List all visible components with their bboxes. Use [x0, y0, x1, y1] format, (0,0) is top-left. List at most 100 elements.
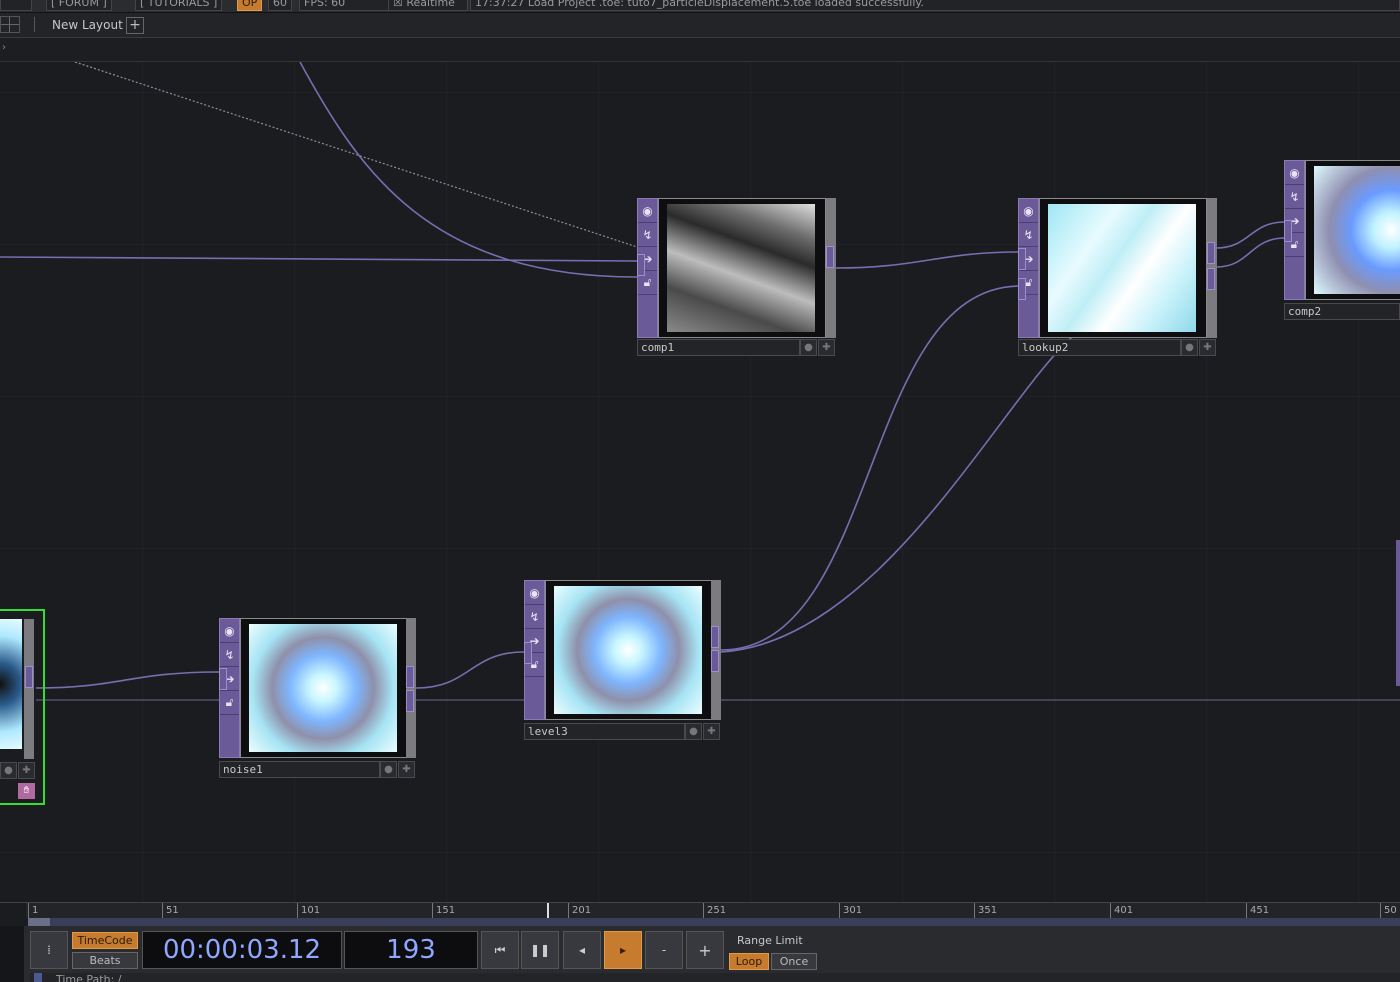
node-add-icon[interactable]: ✚: [1199, 339, 1216, 356]
node-name-comp2[interactable]: comp2: [1284, 303, 1400, 320]
step-back-button[interactable]: -: [645, 931, 683, 969]
fps-target[interactable]: 60: [268, 0, 292, 11]
once-button[interactable]: Once: [771, 953, 817, 970]
node-add-icon[interactable]: ✚: [18, 762, 35, 779]
node-selected-partial[interactable]: ● ✚ ✋︎: [0, 609, 45, 805]
tutorials-link[interactable]: [ TUTORIALS ]: [135, 0, 223, 11]
input-port[interactable]: [219, 668, 227, 690]
divider: [34, 17, 35, 32]
beats-mode-button[interactable]: Beats: [72, 952, 138, 969]
op-badge[interactable]: OP: [237, 0, 263, 11]
output-port[interactable]: [25, 666, 33, 688]
play-forward-button[interactable]: ▸: [604, 931, 642, 969]
ruler-tick: 401: [1110, 903, 1133, 918]
play-reverse-button[interactable]: ◂: [563, 931, 601, 969]
ruler-tick: 50: [1380, 903, 1397, 918]
realtime-toggle[interactable]: ☒ Realtime: [388, 0, 468, 11]
selected-preview-image: [0, 619, 22, 749]
node-add-icon[interactable]: ✚: [818, 339, 835, 356]
bypass-icon[interactable]: ↯: [220, 643, 239, 667]
hand-icon[interactable]: ✋︎: [18, 783, 35, 799]
input-port[interactable]: [637, 254, 645, 276]
ruler-tick: 151: [432, 903, 455, 918]
node-info-icon[interactable]: ●: [800, 339, 817, 356]
noise-preview-image: [249, 624, 397, 752]
bypass-icon[interactable]: ↯: [525, 605, 544, 629]
lock-icon[interactable]: 🔓︎: [220, 691, 239, 715]
pause-icon: ❚❚: [529, 943, 551, 957]
node-info-icon[interactable]: ●: [685, 723, 702, 740]
node-add-icon[interactable]: ✚: [703, 723, 720, 740]
bypass-icon[interactable]: ↯: [1285, 185, 1304, 209]
timecode-mode-button[interactable]: TimeCode: [72, 932, 138, 949]
playhead[interactable]: [547, 903, 549, 918]
forum-link[interactable]: [ FORUM ]: [46, 0, 112, 11]
node-name-noise1[interactable]: noise1: [219, 761, 380, 778]
output-port[interactable]: [406, 690, 414, 712]
frame-display[interactable]: 193: [344, 931, 478, 969]
step-forward-button[interactable]: +: [686, 931, 724, 969]
viewer-icon[interactable]: ◉: [220, 619, 239, 643]
node-add-icon[interactable]: ✚: [398, 761, 415, 778]
node-comp1[interactable]: ◉ ↯ ➔ 🔓︎ comp1 ● ✚: [637, 198, 836, 356]
ruler-tick: 1: [28, 903, 38, 918]
output-port[interactable]: [711, 626, 719, 648]
node-level3[interactable]: ◉ ↯ ➔ 🔓︎ level3 ● ✚: [524, 580, 723, 740]
ruler-corner: [0, 903, 26, 918]
checkbox-icon[interactable]: ☒: [393, 0, 403, 9]
ruler-tick: 251: [703, 903, 726, 918]
input-port[interactable]: [1018, 278, 1026, 300]
time-settings-button[interactable]: ⁞: [30, 931, 68, 969]
viewer-icon[interactable]: ◉: [1019, 199, 1038, 223]
lookup-preview-image: [1048, 204, 1196, 332]
node-partial-right[interactable]: [1396, 540, 1400, 686]
input-port[interactable]: [1018, 248, 1026, 270]
layout-tab[interactable]: New Layout: [52, 18, 123, 32]
node-comp2[interactable]: ◉ ↯ ➔ 🔓︎ comp2: [1284, 160, 1400, 320]
range-start-handle[interactable]: [28, 918, 50, 926]
node-info-icon[interactable]: ●: [1181, 339, 1198, 356]
loop-button[interactable]: Loop: [729, 953, 769, 970]
timecode-display[interactable]: 00:00:03.12: [142, 931, 342, 969]
path-arrow-icon[interactable]: ›: [2, 42, 6, 53]
pause-button[interactable]: ❚❚: [521, 931, 559, 969]
bypass-icon[interactable]: ↯: [638, 223, 657, 247]
range-limit-label: Range Limit: [737, 934, 803, 947]
output-port[interactable]: [1207, 268, 1215, 290]
play-forward-icon: ▸: [619, 943, 627, 957]
time-path-label: Time Path: /: [56, 973, 122, 982]
rewind-button[interactable]: ⏮︎: [481, 931, 519, 969]
node-info-icon[interactable]: ●: [380, 761, 397, 778]
viewer-icon[interactable]: ◉: [525, 581, 544, 605]
node-info-icon[interactable]: ●: [0, 762, 17, 779]
transport-bar: ⁞ TimeCode Beats 00:00:03.12 193 ⏮︎ ❚❚ ◂…: [0, 926, 1400, 982]
output-port[interactable]: [406, 666, 414, 688]
node-output-strip: [826, 198, 836, 338]
timeline-ruler[interactable]: 1 51 101 151 201 251 301 351 401 451 50: [0, 902, 1400, 918]
network-wires: [0, 62, 1400, 902]
node-lookup2[interactable]: ◉ ↯ ➔ 🔓︎ lookup2 ● ✚: [1018, 198, 1217, 356]
add-layout-button[interactable]: +: [126, 17, 144, 34]
timeline-range-bar[interactable]: [28, 918, 1400, 926]
node-noise1[interactable]: ◉ ↯ ➔ 🔓︎ noise1 ● ✚: [219, 618, 418, 778]
output-port[interactable]: [1207, 242, 1215, 264]
network-editor[interactable]: ◉ ↯ ➔ 🔓︎ comp1 ● ✚ ◉ ↯ ➔ 🔓︎ lookup2 ● ✚ …: [0, 62, 1400, 902]
output-port[interactable]: [711, 650, 719, 672]
node-name-comp1[interactable]: comp1: [637, 339, 800, 356]
play-reverse-icon: ◂: [578, 943, 586, 957]
node-viewer: [1305, 160, 1400, 300]
node-viewer: [1039, 198, 1207, 338]
input-port[interactable]: [1284, 220, 1292, 242]
displacement-preview-image: [667, 204, 815, 332]
viewer-icon[interactable]: ◉: [1285, 161, 1304, 185]
node-name-level3[interactable]: level3: [524, 723, 685, 740]
level-preview-image: [554, 586, 702, 714]
node-name-lookup2[interactable]: lookup2: [1018, 339, 1181, 356]
menu-stub[interactable]: [0, 0, 32, 11]
output-port[interactable]: [826, 246, 834, 268]
bypass-icon[interactable]: ↯: [1019, 223, 1038, 247]
node-output-strip: [406, 618, 416, 758]
input-port[interactable]: [524, 642, 532, 664]
viewer-icon[interactable]: ◉: [638, 199, 657, 223]
split-pane-icon[interactable]: [0, 16, 20, 33]
